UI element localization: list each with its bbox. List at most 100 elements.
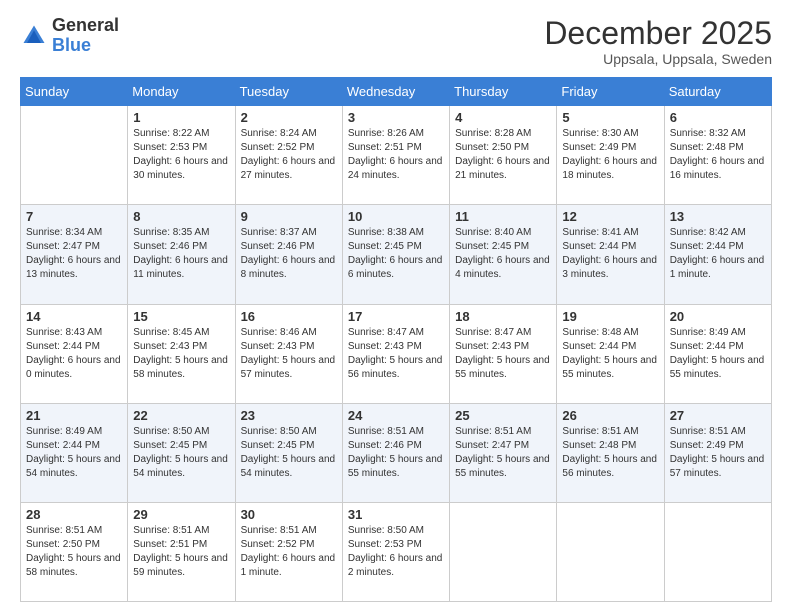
calendar-cell: 17 Sunrise: 8:47 AMSunset: 2:43 PMDaylig… bbox=[342, 304, 449, 403]
calendar-cell: 19 Sunrise: 8:48 AMSunset: 2:44 PMDaylig… bbox=[557, 304, 664, 403]
cell-info: Sunrise: 8:51 AMSunset: 2:46 PMDaylight:… bbox=[348, 426, 443, 479]
calendar-cell: 12 Sunrise: 8:41 AMSunset: 2:44 PMDaylig… bbox=[557, 205, 664, 304]
day-header-friday: Friday bbox=[557, 78, 664, 106]
logo: General Blue bbox=[20, 16, 119, 56]
day-number: 31 bbox=[348, 507, 444, 522]
cell-info: Sunrise: 8:51 AMSunset: 2:47 PMDaylight:… bbox=[455, 426, 550, 479]
logo-blue: Blue bbox=[52, 36, 119, 56]
calendar: SundayMondayTuesdayWednesdayThursdayFrid… bbox=[20, 77, 772, 602]
cell-info: Sunrise: 8:51 AMSunset: 2:49 PMDaylight:… bbox=[670, 426, 765, 479]
calendar-week-2: 7 Sunrise: 8:34 AMSunset: 2:47 PMDayligh… bbox=[21, 205, 772, 304]
cell-info: Sunrise: 8:50 AMSunset: 2:45 PMDaylight:… bbox=[133, 426, 228, 479]
day-number: 9 bbox=[241, 209, 337, 224]
day-number: 7 bbox=[26, 209, 122, 224]
day-number: 30 bbox=[241, 507, 337, 522]
logo-text: General Blue bbox=[52, 16, 119, 56]
cell-info: Sunrise: 8:24 AMSunset: 2:52 PMDaylight:… bbox=[241, 128, 336, 181]
cell-info: Sunrise: 8:26 AMSunset: 2:51 PMDaylight:… bbox=[348, 128, 443, 181]
calendar-cell: 22 Sunrise: 8:50 AMSunset: 2:45 PMDaylig… bbox=[128, 403, 235, 502]
calendar-cell: 27 Sunrise: 8:51 AMSunset: 2:49 PMDaylig… bbox=[664, 403, 771, 502]
cell-info: Sunrise: 8:51 AMSunset: 2:51 PMDaylight:… bbox=[133, 525, 228, 578]
day-number: 29 bbox=[133, 507, 229, 522]
day-number: 28 bbox=[26, 507, 122, 522]
day-number: 6 bbox=[670, 110, 766, 125]
calendar-cell: 31 Sunrise: 8:50 AMSunset: 2:53 PMDaylig… bbox=[342, 502, 449, 601]
cell-info: Sunrise: 8:51 AMSunset: 2:48 PMDaylight:… bbox=[562, 426, 657, 479]
calendar-cell: 16 Sunrise: 8:46 AMSunset: 2:43 PMDaylig… bbox=[235, 304, 342, 403]
calendar-cell: 15 Sunrise: 8:45 AMSunset: 2:43 PMDaylig… bbox=[128, 304, 235, 403]
title-block: December 2025 Uppsala, Uppsala, Sweden bbox=[544, 16, 772, 67]
day-header-thursday: Thursday bbox=[450, 78, 557, 106]
cell-info: Sunrise: 8:51 AMSunset: 2:52 PMDaylight:… bbox=[241, 525, 336, 578]
day-number: 8 bbox=[133, 209, 229, 224]
calendar-cell: 30 Sunrise: 8:51 AMSunset: 2:52 PMDaylig… bbox=[235, 502, 342, 601]
cell-info: Sunrise: 8:43 AMSunset: 2:44 PMDaylight:… bbox=[26, 327, 121, 380]
day-number: 20 bbox=[670, 309, 766, 324]
cell-info: Sunrise: 8:48 AMSunset: 2:44 PMDaylight:… bbox=[562, 327, 657, 380]
cell-info: Sunrise: 8:37 AMSunset: 2:46 PMDaylight:… bbox=[241, 227, 336, 280]
calendar-cell: 9 Sunrise: 8:37 AMSunset: 2:46 PMDayligh… bbox=[235, 205, 342, 304]
calendar-cell: 6 Sunrise: 8:32 AMSunset: 2:48 PMDayligh… bbox=[664, 106, 771, 205]
calendar-cell: 10 Sunrise: 8:38 AMSunset: 2:45 PMDaylig… bbox=[342, 205, 449, 304]
calendar-cell: 8 Sunrise: 8:35 AMSunset: 2:46 PMDayligh… bbox=[128, 205, 235, 304]
calendar-cell: 21 Sunrise: 8:49 AMSunset: 2:44 PMDaylig… bbox=[21, 403, 128, 502]
location: Uppsala, Uppsala, Sweden bbox=[544, 51, 772, 67]
cell-info: Sunrise: 8:30 AMSunset: 2:49 PMDaylight:… bbox=[562, 128, 657, 181]
logo-general: General bbox=[52, 16, 119, 36]
cell-info: Sunrise: 8:47 AMSunset: 2:43 PMDaylight:… bbox=[348, 327, 443, 380]
day-number: 5 bbox=[562, 110, 658, 125]
cell-info: Sunrise: 8:50 AMSunset: 2:45 PMDaylight:… bbox=[241, 426, 336, 479]
day-number: 25 bbox=[455, 408, 551, 423]
calendar-cell: 11 Sunrise: 8:40 AMSunset: 2:45 PMDaylig… bbox=[450, 205, 557, 304]
day-number: 4 bbox=[455, 110, 551, 125]
calendar-cell: 1 Sunrise: 8:22 AMSunset: 2:53 PMDayligh… bbox=[128, 106, 235, 205]
calendar-cell: 18 Sunrise: 8:47 AMSunset: 2:43 PMDaylig… bbox=[450, 304, 557, 403]
day-header-saturday: Saturday bbox=[664, 78, 771, 106]
day-number: 23 bbox=[241, 408, 337, 423]
cell-info: Sunrise: 8:47 AMSunset: 2:43 PMDaylight:… bbox=[455, 327, 550, 380]
cell-info: Sunrise: 8:35 AMSunset: 2:46 PMDaylight:… bbox=[133, 227, 228, 280]
cell-info: Sunrise: 8:46 AMSunset: 2:43 PMDaylight:… bbox=[241, 327, 336, 380]
day-header-wednesday: Wednesday bbox=[342, 78, 449, 106]
calendar-cell: 14 Sunrise: 8:43 AMSunset: 2:44 PMDaylig… bbox=[21, 304, 128, 403]
calendar-cell bbox=[450, 502, 557, 601]
calendar-cell: 29 Sunrise: 8:51 AMSunset: 2:51 PMDaylig… bbox=[128, 502, 235, 601]
cell-info: Sunrise: 8:49 AMSunset: 2:44 PMDaylight:… bbox=[670, 327, 765, 380]
cell-info: Sunrise: 8:40 AMSunset: 2:45 PMDaylight:… bbox=[455, 227, 550, 280]
cell-info: Sunrise: 8:34 AMSunset: 2:47 PMDaylight:… bbox=[26, 227, 121, 280]
page: General Blue December 2025 Uppsala, Upps… bbox=[0, 0, 792, 612]
day-number: 15 bbox=[133, 309, 229, 324]
cell-info: Sunrise: 8:28 AMSunset: 2:50 PMDaylight:… bbox=[455, 128, 550, 181]
day-header-sunday: Sunday bbox=[21, 78, 128, 106]
day-number: 2 bbox=[241, 110, 337, 125]
day-number: 18 bbox=[455, 309, 551, 324]
cell-info: Sunrise: 8:45 AMSunset: 2:43 PMDaylight:… bbox=[133, 327, 228, 380]
calendar-cell: 7 Sunrise: 8:34 AMSunset: 2:47 PMDayligh… bbox=[21, 205, 128, 304]
cell-info: Sunrise: 8:50 AMSunset: 2:53 PMDaylight:… bbox=[348, 525, 443, 578]
calendar-header-row: SundayMondayTuesdayWednesdayThursdayFrid… bbox=[21, 78, 772, 106]
cell-info: Sunrise: 8:49 AMSunset: 2:44 PMDaylight:… bbox=[26, 426, 121, 479]
calendar-week-1: 1 Sunrise: 8:22 AMSunset: 2:53 PMDayligh… bbox=[21, 106, 772, 205]
day-number: 27 bbox=[670, 408, 766, 423]
calendar-cell: 2 Sunrise: 8:24 AMSunset: 2:52 PMDayligh… bbox=[235, 106, 342, 205]
day-number: 12 bbox=[562, 209, 658, 224]
day-number: 13 bbox=[670, 209, 766, 224]
calendar-cell: 13 Sunrise: 8:42 AMSunset: 2:44 PMDaylig… bbox=[664, 205, 771, 304]
calendar-cell: 3 Sunrise: 8:26 AMSunset: 2:51 PMDayligh… bbox=[342, 106, 449, 205]
cell-info: Sunrise: 8:42 AMSunset: 2:44 PMDaylight:… bbox=[670, 227, 765, 280]
header: General Blue December 2025 Uppsala, Upps… bbox=[20, 16, 772, 67]
calendar-cell: 26 Sunrise: 8:51 AMSunset: 2:48 PMDaylig… bbox=[557, 403, 664, 502]
calendar-cell: 23 Sunrise: 8:50 AMSunset: 2:45 PMDaylig… bbox=[235, 403, 342, 502]
calendar-cell: 28 Sunrise: 8:51 AMSunset: 2:50 PMDaylig… bbox=[21, 502, 128, 601]
month-title: December 2025 bbox=[544, 16, 772, 51]
day-header-tuesday: Tuesday bbox=[235, 78, 342, 106]
calendar-week-4: 21 Sunrise: 8:49 AMSunset: 2:44 PMDaylig… bbox=[21, 403, 772, 502]
cell-info: Sunrise: 8:32 AMSunset: 2:48 PMDaylight:… bbox=[670, 128, 765, 181]
day-number: 26 bbox=[562, 408, 658, 423]
cell-info: Sunrise: 8:51 AMSunset: 2:50 PMDaylight:… bbox=[26, 525, 121, 578]
calendar-week-5: 28 Sunrise: 8:51 AMSunset: 2:50 PMDaylig… bbox=[21, 502, 772, 601]
day-number: 22 bbox=[133, 408, 229, 423]
calendar-cell: 5 Sunrise: 8:30 AMSunset: 2:49 PMDayligh… bbox=[557, 106, 664, 205]
calendar-cell: 25 Sunrise: 8:51 AMSunset: 2:47 PMDaylig… bbox=[450, 403, 557, 502]
day-number: 16 bbox=[241, 309, 337, 324]
